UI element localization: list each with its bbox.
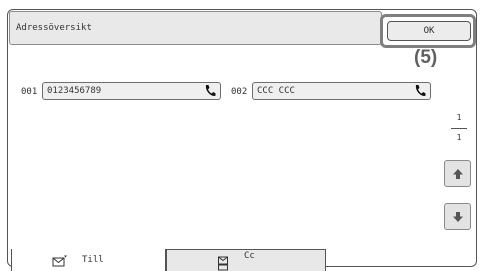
title-bar: Adressöversikt bbox=[9, 11, 382, 45]
address-entry[interactable]: 0123456789 bbox=[42, 82, 221, 100]
scroll-down-button[interactable] bbox=[444, 203, 471, 230]
envelope-icon bbox=[52, 255, 67, 267]
tab-label: Cc bbox=[244, 251, 255, 261]
ok-button[interactable]: OK bbox=[387, 21, 471, 41]
scroll-up-button[interactable] bbox=[444, 160, 471, 187]
arrow-down-icon bbox=[453, 212, 463, 222]
tab-cc[interactable]: Cc bbox=[166, 249, 326, 271]
entry-number: 001 bbox=[21, 87, 38, 97]
tab-to[interactable]: Till bbox=[11, 249, 166, 271]
entry-number: 002 bbox=[231, 87, 248, 97]
phone-icon bbox=[205, 85, 216, 96]
callout-label: (5) bbox=[414, 47, 438, 68]
entry-name: 0123456789 bbox=[47, 86, 102, 96]
page-title: Adressöversikt bbox=[16, 23, 92, 33]
page-total: 1 bbox=[456, 133, 462, 142]
address-entry[interactable]: CCC CCC bbox=[252, 82, 431, 100]
arrow-up-icon bbox=[453, 169, 463, 179]
page-divider bbox=[451, 128, 467, 129]
entry-name: CCC CCC bbox=[257, 86, 295, 96]
phone-icon bbox=[415, 85, 426, 96]
page-current: 1 bbox=[456, 113, 462, 122]
tab-label: Till bbox=[82, 255, 104, 265]
